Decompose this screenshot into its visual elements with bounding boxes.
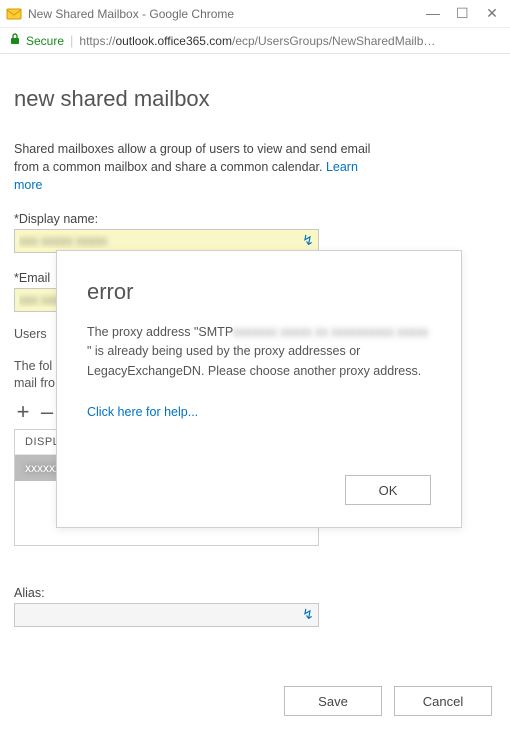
favicon-mail-icon — [6, 6, 22, 22]
dialog-ok-button[interactable]: OK — [345, 475, 431, 505]
input-action-icon[interactable]: ↯ — [300, 232, 316, 248]
add-user-button[interactable]: + — [14, 399, 32, 425]
input-action-icon[interactable]: ↯ — [300, 606, 316, 622]
dialog-message: The proxy address "SMTP xxxxxxx xxxxx xx… — [87, 323, 431, 381]
remove-user-button[interactable]: – — [38, 399, 56, 425]
window-titlebar: New Shared Mailbox - Google Chrome — ☐ ✕ — [0, 0, 510, 28]
window-close-button[interactable]: ✕ — [486, 5, 498, 22]
lock-icon — [10, 33, 20, 48]
save-button[interactable]: Save — [284, 686, 382, 716]
page-title: new shared mailbox — [14, 86, 496, 112]
browser-address-bar[interactable]: Secure | https://outlook.office365.com/e… — [0, 28, 510, 54]
url-text: https://outlook.office365.com/ecp/UsersG… — [79, 34, 500, 48]
address-divider: | — [70, 33, 73, 48]
window-maximize-button[interactable]: ☐ — [456, 5, 468, 22]
error-dialog: error The proxy address "SMTP xxxxxxx xx… — [56, 250, 462, 528]
window-minimize-button[interactable]: — — [426, 5, 438, 22]
alias-input[interactable] — [14, 603, 319, 627]
alias-label: Alias: — [14, 586, 496, 600]
window-title: New Shared Mailbox - Google Chrome — [28, 7, 426, 21]
intro-paragraph: Shared mailboxes allow a group of users … — [14, 140, 374, 194]
display-name-label: *Display name: — [14, 212, 496, 226]
cancel-button[interactable]: Cancel — [394, 686, 492, 716]
dialog-title: error — [87, 279, 431, 305]
secure-label: Secure — [26, 34, 64, 48]
dialog-help-link[interactable]: Click here for help... — [87, 405, 431, 419]
